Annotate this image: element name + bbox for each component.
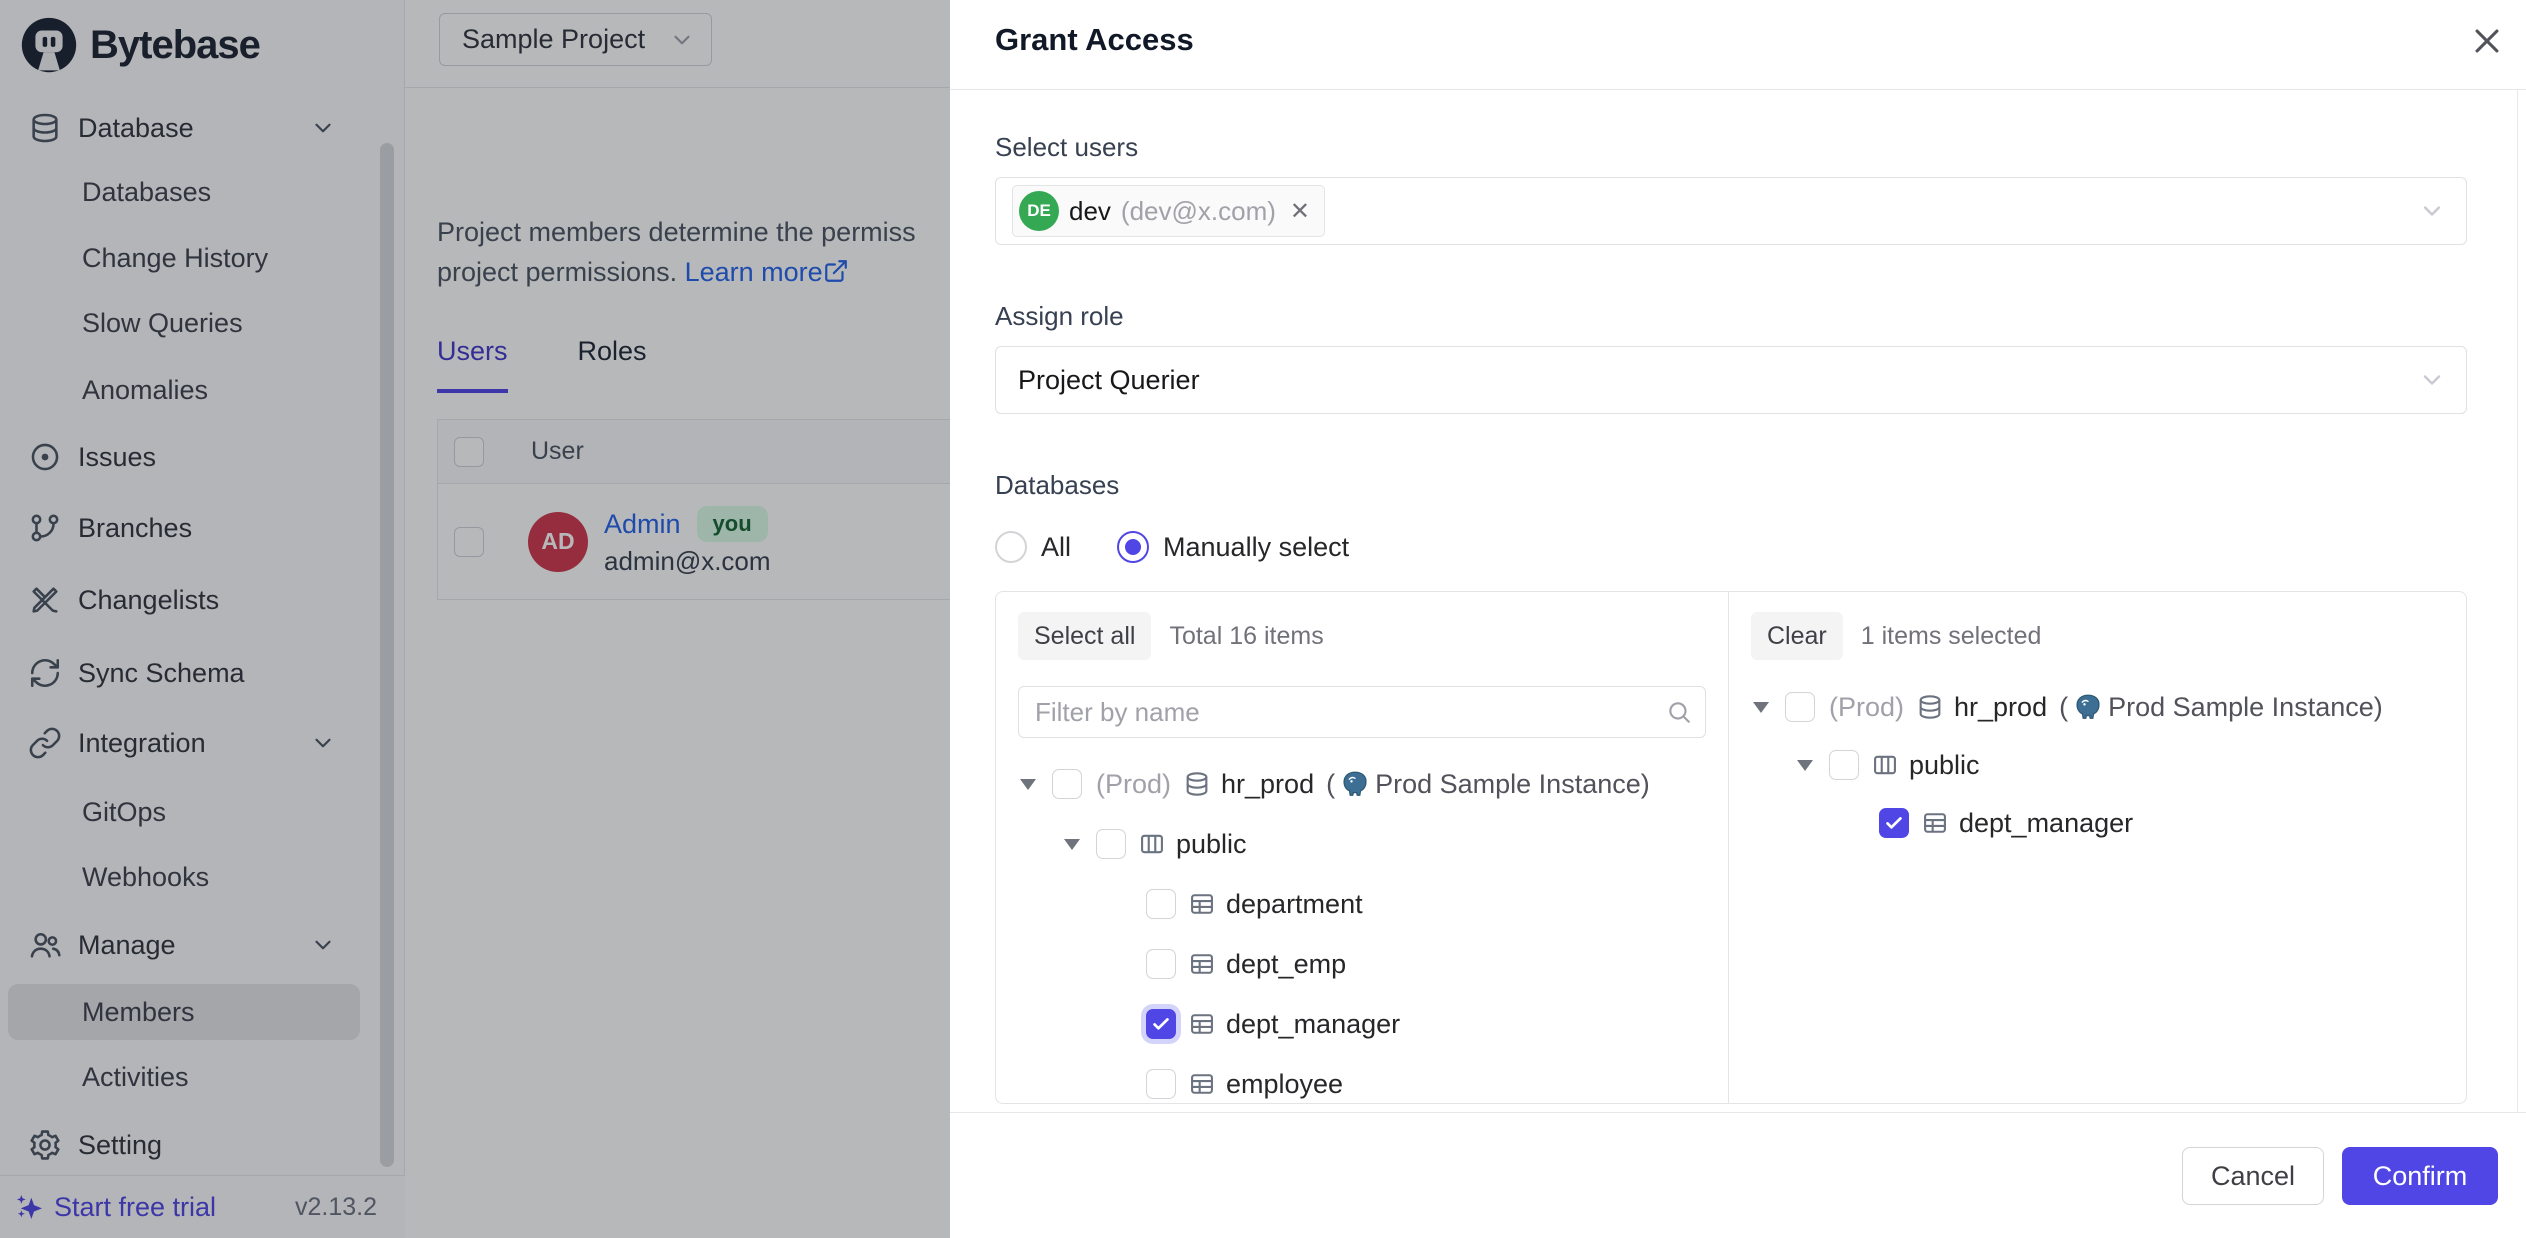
source-tree: (Prod) hr_prod ( Prod Sample Instance) p… (1018, 754, 1706, 1104)
database-icon (1183, 770, 1211, 798)
schema-icon (1138, 830, 1166, 858)
chevron-down-icon (2418, 366, 2446, 394)
table-icon (1188, 950, 1216, 978)
select-users-label: Select users (995, 132, 2467, 163)
select-all-button[interactable]: Select all (1018, 612, 1151, 660)
modal-backdrop[interactable] (0, 0, 950, 1238)
chevron-down-icon (2418, 197, 2446, 225)
database-transfer-panel: Select all Total 16 items (Prod) (995, 591, 2467, 1104)
tree-row-database[interactable]: (Prod) hr_prod ( Prod Sample Instance) (1751, 678, 2444, 736)
modal-scrollbar-track[interactable] (2517, 90, 2518, 1112)
radio-manually-select[interactable] (1117, 531, 1149, 563)
tree-row-schema[interactable]: public (1018, 814, 1706, 874)
checkbox[interactable] (1096, 829, 1126, 859)
radio-all[interactable] (995, 531, 1027, 563)
caret-down-icon[interactable] (1795, 760, 1815, 771)
table-icon (1188, 1010, 1216, 1038)
modal-title: Grant Access (995, 22, 1194, 58)
table-icon (1188, 890, 1216, 918)
checkbox[interactable] (1052, 769, 1082, 799)
assign-role-label: Assign role (995, 301, 2467, 332)
checkbox[interactable] (1146, 949, 1176, 979)
caret-down-icon[interactable] (1018, 779, 1038, 790)
grant-access-modal: Grant Access Select users DE dev (dev@x.… (950, 0, 2526, 1238)
assign-role-select[interactable]: Project Querier (995, 346, 2467, 414)
confirm-button[interactable]: Confirm (2342, 1147, 2498, 1205)
caret-down-icon[interactable] (1751, 702, 1771, 713)
search-icon (1666, 699, 1692, 725)
modal-footer: Cancel Confirm (950, 1112, 2526, 1238)
tree-row-schema[interactable]: public (1751, 736, 2444, 794)
tree-row-table[interactable]: dept_manager (1751, 794, 2444, 852)
modal-body: Select users DE dev (dev@x.com) ✕ Assign… (950, 90, 2526, 1112)
selected-count-label: 1 items selected (1861, 622, 2042, 651)
selected-user-chip: DE dev (dev@x.com) ✕ (1012, 185, 1325, 237)
checkbox-checked[interactable] (1879, 808, 1909, 838)
schema-icon (1871, 751, 1899, 779)
tree-row-table[interactable]: dept_manager (1018, 994, 1706, 1054)
modal-header: Grant Access (950, 0, 2526, 90)
avatar: DE (1019, 191, 1059, 231)
checkbox[interactable] (1146, 1069, 1176, 1099)
databases-label: Databases (995, 470, 2467, 501)
database-icon (1916, 693, 1944, 721)
postgresql-icon (1341, 770, 1369, 798)
select-users-input[interactable]: DE dev (dev@x.com) ✕ (995, 177, 2467, 245)
app-window: Bytebase Database Databases Change Histo… (0, 0, 2526, 1238)
cancel-button[interactable]: Cancel (2182, 1147, 2324, 1205)
remove-user-icon[interactable]: ✕ (1290, 197, 1310, 226)
checkbox[interactable] (1829, 750, 1859, 780)
checkbox-checked[interactable] (1146, 1009, 1176, 1039)
checkbox[interactable] (1785, 692, 1815, 722)
transfer-target-panel: Clear 1 items selected (Prod) hr_prod ( (1729, 592, 2466, 1103)
total-items-label: Total 16 items (1169, 622, 1323, 651)
close-icon[interactable] (2470, 24, 2504, 58)
tree-row-database[interactable]: (Prod) hr_prod ( Prod Sample Instance) (1018, 754, 1706, 814)
check-icon (1150, 1013, 1172, 1035)
tree-row-table[interactable]: employee (1018, 1054, 1706, 1104)
checkbox[interactable] (1146, 889, 1176, 919)
postgresql-icon (2074, 693, 2102, 721)
target-tree: (Prod) hr_prod ( Prod Sample Instance) p… (1751, 678, 2444, 852)
table-icon (1188, 1070, 1216, 1098)
tree-row-table[interactable]: department (1018, 874, 1706, 934)
check-icon (1883, 812, 1905, 834)
filter-input[interactable] (1018, 686, 1706, 738)
caret-down-icon[interactable] (1062, 839, 1082, 850)
database-scope-radios: All Manually select (995, 531, 2467, 563)
transfer-source-panel: Select all Total 16 items (Prod) (996, 592, 1729, 1103)
table-icon (1921, 809, 1949, 837)
tree-row-table[interactable]: dept_emp (1018, 934, 1706, 994)
clear-button[interactable]: Clear (1751, 612, 1843, 660)
